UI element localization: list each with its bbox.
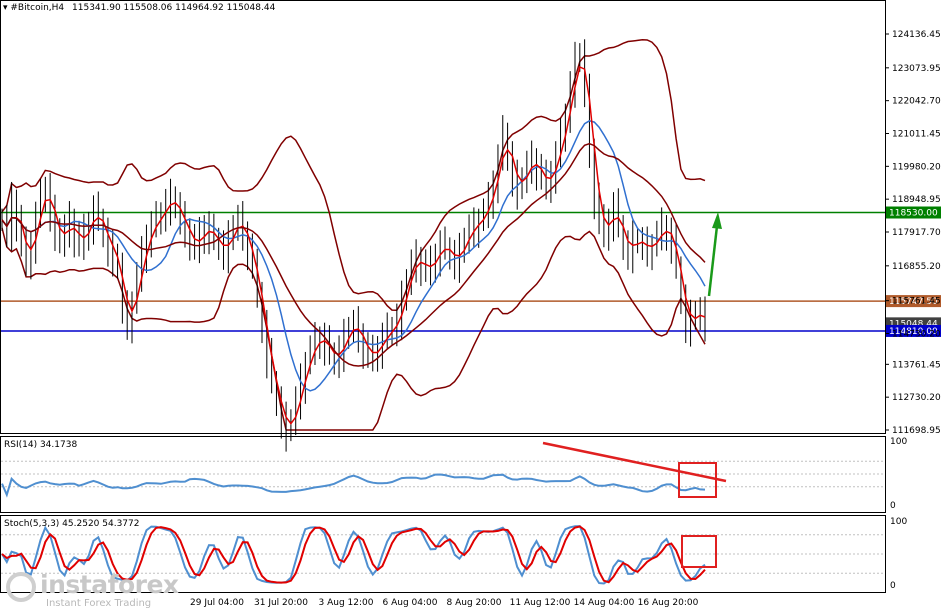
stoch-highlight-box: [681, 535, 717, 568]
annotations: [542, 212, 727, 568]
chart-canvas[interactable]: 118530.00115747.50115048.44114810.00 124…: [0, 0, 943, 613]
price-tick-label: 112730.20: [892, 393, 941, 403]
stoch-max-label: 100: [890, 517, 907, 527]
rsi-label: RSI(14) 34.1738: [4, 440, 77, 450]
instaforex-logo: instaforex Instant Forex Trading: [6, 570, 182, 610]
rsi-min-label: 0: [890, 501, 896, 511]
price-tick-label: 111698.95: [892, 426, 941, 436]
price-tick-label: 123073.95: [892, 64, 941, 74]
level-tag-label: 118530.00: [889, 209, 938, 219]
price-tick-label: 118948.95: [892, 195, 941, 205]
rsi-line: [1, 473, 706, 498]
rsi-series: [1, 460, 885, 498]
chart-window: 118530.00 115747.50 115048.44 114810.00 124…: [0, 0, 943, 613]
price-tick-label: 119980.20: [892, 162, 941, 172]
time-label: 14 Aug 04:00: [574, 598, 635, 608]
price-tick-label: 115761.45: [892, 297, 941, 307]
logo-sub-text: Instant Forex Trading: [46, 598, 152, 609]
price-tick-label: 116855.20: [892, 262, 941, 272]
price-tick-label: 122042.70: [892, 97, 941, 107]
rsi-highlight-box: [678, 462, 717, 498]
time-axis: 29 Jul 04:00 31 Jul 20:00 3 Aug 12:00 6 Aug…: [190, 598, 699, 608]
stoch-label: Stoch(5,3,3) 45.2520 54.3772: [4, 519, 139, 529]
logo-icon: [6, 572, 36, 602]
stoch-min-label: 0: [890, 581, 896, 591]
header-symbol: #Bitcoin,H4: [10, 3, 64, 13]
time-label: 6 Aug 04:00: [383, 598, 438, 608]
price-tick-label: 121011.45: [892, 129, 941, 139]
logo-main-text: instaforex: [40, 570, 179, 599]
up-arrow-shaft: [707, 225, 719, 297]
time-label: 11 Aug 12:00: [510, 598, 571, 608]
price-tick-label: 113761.45: [892, 360, 941, 370]
up-arrow-icon: [712, 212, 722, 229]
price-tick-label: 117917.70: [892, 228, 941, 238]
time-label: 31 Jul 20:00: [254, 598, 308, 608]
header-icon: ▾: [3, 3, 10, 13]
time-label: 3 Aug 12:00: [319, 598, 374, 608]
price-axis: 124136.45 123073.95 122042.70 121011.45 1199…: [885, 30, 941, 436]
price-tick-label: 124136.45: [892, 30, 941, 40]
header-ohlc: 115341.90 115508.06 114964.92 115048.44: [72, 3, 276, 13]
price-series: [1, 39, 706, 452]
rsi-max-label: 100: [890, 437, 907, 447]
price-panel-frame: [0, 0, 886, 434]
time-label: 29 Jul 04:00: [190, 598, 244, 608]
price-tick-label: 114730.20: [892, 329, 941, 339]
time-label: 16 Aug 20:00: [638, 598, 699, 608]
time-label: 8 Aug 20:00: [447, 598, 502, 608]
chart-header: ▾ #Bitcoin,H4 115341.90 115508.06 114964…: [3, 3, 276, 13]
